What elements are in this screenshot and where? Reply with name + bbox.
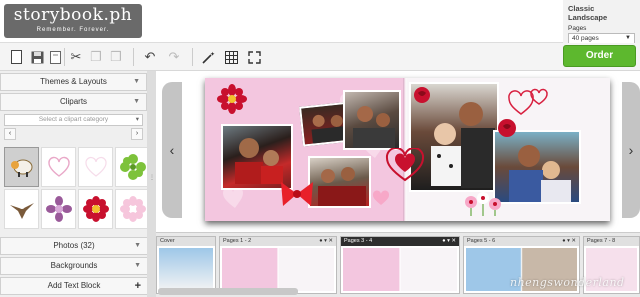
left-page[interactable]	[205, 78, 405, 221]
clipart-heart-outline[interactable]	[41, 147, 76, 187]
thumb-label: Pages 5 - 6	[467, 238, 496, 244]
delete-page-icon[interactable]	[45, 47, 65, 67]
logo-text: storybook.ph	[13, 5, 133, 25]
save-icon[interactable]	[27, 47, 47, 67]
next-spread-button[interactable]: ›	[622, 82, 640, 218]
logo-tagline: Remember. Forever.	[36, 27, 110, 33]
photo-frame[interactable]	[343, 90, 401, 150]
product-title: Classic Landscape	[568, 4, 608, 22]
thumb-pages-3-4[interactable]: Pages 3 - 4 ● ▾ ✕	[340, 236, 460, 294]
undo-icon[interactable]: ↶	[140, 47, 160, 67]
add-text-block-label: Add Text Block	[47, 281, 101, 290]
grid-icon[interactable]	[221, 47, 241, 67]
pages-label: Pages	[568, 25, 587, 32]
copy-icon[interactable]: ❐	[86, 47, 106, 67]
app-header: storybook.ph Remember. Forever. Classic …	[0, 0, 640, 45]
thumb-preview	[159, 248, 213, 291]
clipart-prev-button[interactable]: ‹	[4, 128, 16, 140]
thumb-preview	[222, 248, 334, 291]
order-button[interactable]: Order	[563, 45, 636, 67]
thumb-options-icon[interactable]: ● ▾ ✕	[562, 237, 576, 246]
backgrounds-label: Backgrounds	[50, 261, 98, 270]
cliparts-section[interactable]: Cliparts ▼	[0, 93, 147, 111]
chevron-down-icon: ▾	[135, 116, 139, 123]
red-flower-sticker[interactable]	[217, 84, 247, 114]
thumb-options-icon[interactable]: ● ▾ ✕	[442, 237, 456, 246]
new-page-icon[interactable]	[6, 47, 26, 67]
swirl-heart-sticker[interactable]	[385, 148, 425, 182]
clipart-grid	[4, 147, 150, 231]
thumb-label: Cover	[157, 237, 215, 246]
cliparts-label: Cliparts	[59, 97, 88, 106]
thumb-cover[interactable]: Cover	[156, 236, 216, 294]
photo-frame[interactable]	[493, 130, 581, 204]
clipart-pager: ‹ ›	[4, 128, 143, 140]
fullscreen-icon[interactable]	[244, 47, 264, 67]
thumb-label: Pages 1 - 2	[223, 238, 252, 244]
left-panel-bottom: Photos (32) ▼ Backgrounds ▼ Add Text Blo…	[0, 235, 148, 297]
svg-text:✦: ✦	[210, 51, 215, 58]
clipart-eagle[interactable]	[4, 189, 39, 229]
red-rose-sticker[interactable]	[413, 86, 431, 104]
thumb-label: Pages 7 - 8	[584, 237, 639, 246]
backgrounds-section[interactable]: Backgrounds ▼	[0, 257, 148, 275]
prev-spread-button[interactable]: ‹	[162, 82, 182, 218]
redo-icon[interactable]: ↷	[164, 47, 184, 67]
cut-icon[interactable]: ✂	[66, 47, 86, 67]
bow-sticker[interactable]	[279, 178, 315, 210]
flower-group-sticker[interactable]	[463, 190, 503, 216]
red-rose-sticker[interactable]	[497, 118, 517, 138]
thumb-options-icon[interactable]: ● ▾ ✕	[319, 237, 333, 246]
chevron-down-icon: ▼	[134, 242, 141, 249]
right-page[interactable]	[385, 78, 610, 221]
photos-label: Photos (32)	[53, 241, 95, 250]
clipart-category-placeholder: Select a clipart category	[38, 116, 109, 123]
clipart-red-flower[interactable]	[78, 189, 113, 229]
chevron-down-icon: ▼	[133, 98, 140, 105]
clipart-heart-outline-pale[interactable]	[78, 147, 113, 187]
clipart-pink-flower[interactable]	[115, 189, 150, 229]
heart-sticker[interactable]	[372, 190, 390, 206]
clipart-category-select[interactable]: Select a clipart category ▾	[4, 114, 143, 126]
paste-icon[interactable]: ❒	[106, 47, 126, 67]
photo-frame[interactable]	[308, 156, 371, 208]
thumb-preview	[343, 248, 457, 291]
clipart-green-flower[interactable]	[115, 147, 150, 187]
themes-layouts-label: Themes & Layouts	[40, 77, 107, 86]
clipart-sheep[interactable]	[4, 147, 39, 187]
pages-strip-scrollbar[interactable]	[158, 288, 298, 295]
thumb-pages-1-2[interactable]: Pages 1 - 2 ● ▾ ✕	[219, 236, 337, 294]
book-spread[interactable]	[205, 78, 610, 221]
thumb-label: Pages 3 - 4	[344, 238, 373, 244]
chevron-down-icon: ▼	[133, 78, 140, 85]
add-text-block-button[interactable]: Add Text Block +	[0, 277, 148, 295]
clipart-next-button[interactable]: ›	[131, 128, 143, 140]
clipart-purple-flower[interactable]	[41, 189, 76, 229]
plus-icon: +	[134, 280, 141, 292]
photos-section[interactable]: Photos (32) ▼	[0, 237, 148, 255]
chevron-down-icon: ▼	[134, 262, 141, 269]
editor-toolbar: ✂ ❐ ❒ ↶ ↷ ✦	[0, 43, 640, 71]
product-panel: Classic Landscape Pages 40 pages ▼	[563, 0, 640, 45]
swirl-hearts-sticker[interactable]	[507, 84, 551, 122]
magic-wand-icon[interactable]: ✦	[198, 47, 218, 67]
storybook-logo[interactable]: storybook.ph Remember. Forever.	[4, 4, 142, 38]
themes-layouts-section[interactable]: Themes & Layouts ▼	[0, 73, 147, 91]
resize-handle-icon[interactable]: ⋮⋮	[149, 175, 161, 188]
chevron-down-icon: ▼	[625, 35, 631, 41]
pages-select-value: 40 pages	[572, 35, 599, 42]
watermark: nhengswonderland	[510, 276, 625, 289]
